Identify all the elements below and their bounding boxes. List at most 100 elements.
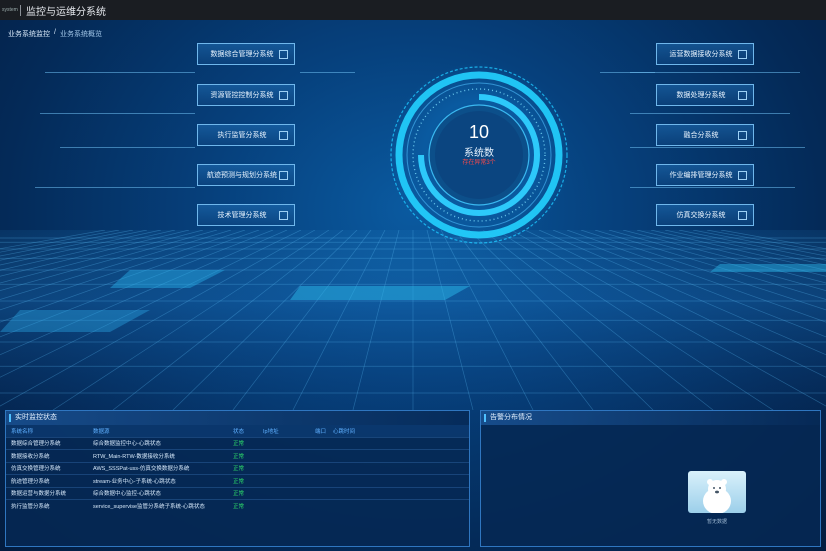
- table-cell: AWS_SSSPat-uss-仿真交换数据分系统: [88, 461, 228, 475]
- table-cell: [310, 486, 328, 500]
- table-cell: 综合数据中心监控-心跳状态: [88, 486, 228, 500]
- subsystem-checkbox[interactable]: [738, 211, 747, 220]
- connector-line: [630, 147, 805, 148]
- table-row[interactable]: 航迹管理分系统 stream-业务中心-子系统-心跳状态 正常: [6, 474, 469, 487]
- status-cell: 正常: [228, 461, 258, 475]
- bear-icon: [703, 479, 731, 513]
- breadcrumb-root[interactable]: 业务系统监控: [8, 29, 50, 39]
- breadcrumb-separator: /: [54, 29, 56, 36]
- subsystem-checkbox[interactable]: [279, 211, 288, 220]
- connector-line: [630, 72, 800, 73]
- subsystem-checkbox[interactable]: [738, 50, 747, 59]
- panel-title: 告警分布情况: [481, 411, 820, 425]
- status-cell: 正常: [228, 449, 258, 462]
- table-cell: [328, 461, 469, 475]
- connector-line: [300, 72, 355, 73]
- breadcrumb: 业务系统监控 / 业务系统概览: [8, 29, 102, 39]
- column-header: 系统名称: [6, 425, 88, 437]
- table-row[interactable]: 数据综合管理分系统 综合数据监控中心-心跳状态 正常: [6, 436, 469, 450]
- subsystem-label: 数据处理分系统: [676, 92, 726, 99]
- table-row[interactable]: 执行监管分系统 service_supervise监管分系统子系统-心跳状态 正常: [6, 499, 469, 512]
- subsystem-checkbox[interactable]: [738, 131, 747, 140]
- abnormal-count: 存在异常3个: [462, 160, 496, 166]
- subsystem-button[interactable]: 数据综合管理分系统: [197, 43, 295, 65]
- subsystem-button[interactable]: 运营数据接收分系统: [656, 43, 754, 65]
- table-row[interactable]: 数据接收分系统 RTW_Main-RTW-数据接收分系统 正常: [6, 449, 469, 462]
- table-cell: [258, 499, 310, 512]
- empty-state-illustration: [688, 471, 746, 513]
- table-cell: service_supervise监管分系统子系统-心跳状态: [88, 499, 228, 512]
- subsystem-checkbox[interactable]: [738, 91, 747, 100]
- subsystem-checkbox[interactable]: [279, 50, 288, 59]
- top-bar: system 监控与运维分系统: [0, 0, 826, 20]
- subsystem-button[interactable]: 资源管控控制分系统: [197, 84, 295, 106]
- system-count: 10: [468, 122, 490, 142]
- table-cell: [310, 461, 328, 475]
- table-cell: 仿真交换管理分系统: [6, 461, 88, 475]
- table-cell: stream-业务中心-子系统-心跳状态: [88, 474, 228, 487]
- table-cell: [328, 449, 469, 462]
- floor-grid: [0, 230, 826, 410]
- subsystem-checkbox[interactable]: [279, 131, 288, 140]
- subsystem-label: 数据综合管理分系统: [210, 51, 274, 58]
- table-cell: [310, 449, 328, 462]
- table-cell: RTW_Main-RTW-数据接收分系统: [88, 449, 228, 462]
- app-logo: system: [2, 7, 18, 13]
- subsystem-button[interactable]: 仿真交换分系统: [656, 204, 754, 226]
- subsystem-button[interactable]: 执行监管分系统: [197, 124, 295, 146]
- subsystem-button[interactable]: 融合分系统: [656, 124, 754, 146]
- connector-line: [630, 113, 790, 114]
- subsystem-checkbox[interactable]: [738, 171, 747, 180]
- table-cell: [310, 499, 328, 512]
- subsystem-button[interactable]: 数据处理分系统: [656, 84, 754, 106]
- subsystem-button[interactable]: 技术管理分系统: [197, 204, 295, 226]
- table-header-row: 系统名称 数据源 状态 Ip地址 端口 心跳时间: [6, 425, 469, 437]
- subsystem-label: 航迹预测与规划分系统: [207, 172, 277, 179]
- table-row[interactable]: 数据运营与数据分系统 综合数据中心监控-心跳状态 正常: [6, 486, 469, 500]
- subsystem-label: 执行监管分系统: [217, 132, 267, 139]
- table-row[interactable]: 仿真交换管理分系统 AWS_SSSPat-uss-仿真交换数据分系统 正常: [6, 461, 469, 475]
- connector-line: [60, 147, 195, 148]
- empty-state-text: 暂无数据: [706, 519, 727, 525]
- app-title: 监控与运维分系统: [26, 6, 106, 18]
- status-cell: 正常: [228, 474, 258, 487]
- table-cell: 执行监管分系统: [6, 499, 88, 512]
- table-cell: 数据综合管理分系统: [6, 436, 88, 450]
- column-header: 端口: [310, 425, 328, 437]
- column-header: Ip地址: [258, 425, 310, 437]
- app-root: system 监控与运维分系统 业务系统监控 / 业务系统概览 数据综合管理分系…: [0, 0, 826, 551]
- subsystem-label: 技术管理分系统: [217, 212, 267, 219]
- connector-line: [630, 187, 795, 188]
- subsystem-label: 作业编排管理分系统: [669, 172, 733, 179]
- subsystem-label: 融合分系统: [683, 132, 719, 139]
- table-cell: 航迹管理分系统: [6, 474, 88, 487]
- table-cell: 数据运营与数据分系统: [6, 486, 88, 500]
- table-cell: [328, 486, 469, 500]
- subsystem-button[interactable]: 航迹预测与规划分系统: [197, 164, 295, 186]
- connector-line: [45, 72, 195, 73]
- status-cell: 正常: [228, 436, 258, 450]
- column-header: 状态: [228, 425, 258, 437]
- monitor-table: 系统名称 数据源 状态 Ip地址 端口 心跳时间 数据综合管理分系统 综合数据监控…: [6, 425, 469, 512]
- connector-line: [600, 72, 655, 73]
- table-cell: [258, 436, 310, 450]
- table-cell: [258, 474, 310, 487]
- subsystem-checkbox[interactable]: [279, 91, 288, 100]
- subsystem-button[interactable]: 作业编排管理分系统: [656, 164, 754, 186]
- subsystem-checkbox[interactable]: [279, 171, 288, 180]
- column-header: 数据源: [88, 425, 228, 437]
- table-cell: [328, 499, 469, 512]
- realtime-monitor-panel: 实时监控状态 系统名称 数据源 状态 Ip地址 端口 心跳时间 数据综合管理分系…: [5, 410, 470, 547]
- table-cell: [258, 449, 310, 462]
- floor-grid-graphic: [0, 230, 826, 410]
- breadcrumb-current: 业务系统概览: [59, 31, 102, 38]
- connector-line: [35, 187, 195, 188]
- table-cell: [328, 474, 469, 487]
- system-count-ring[interactable]: 10 系统数 存在异常3个: [384, 60, 574, 250]
- topbar-divider: [20, 4, 21, 16]
- alarm-distribution-panel: 告警分布情况 暂无数据: [480, 410, 821, 547]
- status-cell: 正常: [228, 486, 258, 500]
- status-cell: 正常: [228, 499, 258, 512]
- panel-title: 实时监控状态: [6, 411, 469, 425]
- table-cell: [310, 436, 328, 450]
